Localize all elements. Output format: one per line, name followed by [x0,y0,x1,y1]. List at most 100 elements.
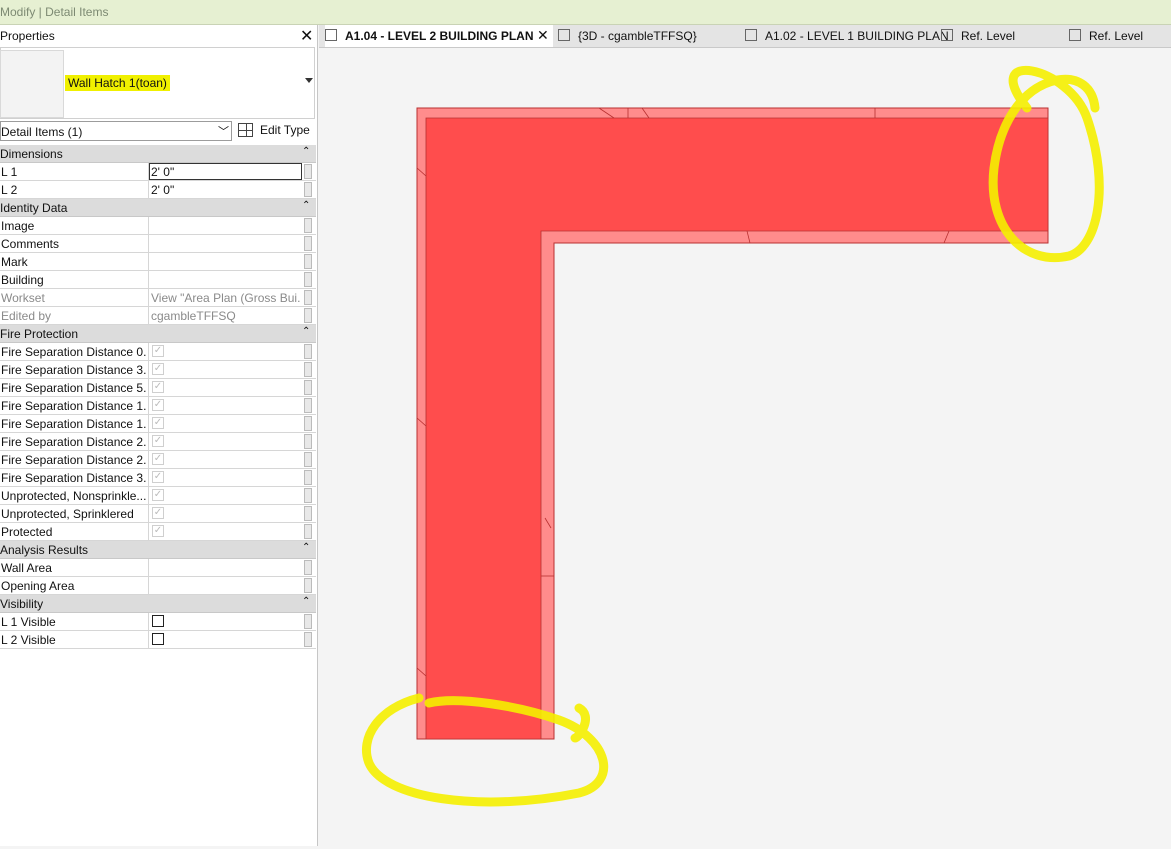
property-row[interactable]: Fire Separation Distance 3... ✓ [0,469,316,487]
checkbox-disabled: ✓ [152,507,164,519]
row-scrollbar[interactable] [304,182,312,197]
row-scrollbar[interactable] [304,452,312,467]
tab-label: Ref. Level [961,29,1016,43]
tab-label: Ref. Level [1089,29,1144,43]
property-row[interactable]: L 2 2' 0" [0,181,316,199]
property-row[interactable]: Fire Separation Distance 2... ✓ [0,433,316,451]
property-row[interactable]: Fire Separation Distance 1... ✓ [0,397,316,415]
view-tab[interactable]: A1.02 - LEVEL 1 BUILDING PLAN [745,25,949,47]
column-divider [148,253,149,270]
view-tab[interactable]: A1.04 - LEVEL 2 BUILDING PLAN ✕ [325,25,553,47]
column-divider [148,217,149,234]
property-group-header[interactable]: Analysis Results ⌃ [0,541,316,559]
property-group-header[interactable]: Visibility ⌃ [0,595,316,613]
property-value[interactable]: 2' 0" [151,183,301,197]
row-scrollbar[interactable] [304,362,312,377]
type-selector[interactable]: Wall Hatch 1(toan) [0,47,315,119]
context-label: Modify | Detail Items [0,5,109,19]
property-row[interactable]: L 1 2' 0" [0,163,316,181]
row-scrollbar[interactable] [304,308,312,323]
close-icon[interactable]: ✕ [300,26,313,46]
checkbox-disabled: ✓ [152,345,164,357]
row-scrollbar[interactable] [304,398,312,413]
row-scrollbar[interactable] [304,560,312,575]
property-row[interactable]: Fire Separation Distance 0... ✓ [0,343,316,361]
row-scrollbar[interactable] [304,218,312,233]
row-scrollbar[interactable] [304,524,312,539]
property-row[interactable]: L 1 Visible [0,613,316,631]
property-row[interactable]: Comments [0,235,316,253]
column-divider [148,361,149,378]
property-row[interactable]: Image [0,217,316,235]
property-row[interactable]: Workset View "Area Plan (Gross Bui... [0,289,316,307]
collapse-icon[interactable]: ⌃ [302,326,310,337]
properties-grid: Dimensions ⌃ L 1 2' 0" L 2 2' 0" Identity Data… [0,145,316,649]
property-row[interactable]: Mark [0,253,316,271]
row-scrollbar[interactable] [304,416,312,431]
row-scrollbar[interactable] [304,506,312,521]
column-divider [148,523,149,540]
column-divider [148,379,149,396]
row-scrollbar[interactable] [304,272,312,287]
property-row[interactable]: Fire Separation Distance 5... ✓ [0,379,316,397]
checkbox[interactable] [152,615,164,627]
property-row[interactable]: Protected ✓ [0,523,316,541]
tab-label: A1.04 - LEVEL 2 BUILDING PLAN [345,29,534,43]
property-row[interactable]: Fire Separation Distance 2... ✓ [0,451,316,469]
drawing-canvas[interactable] [319,48,1171,846]
property-value[interactable]: 2' 0" [151,165,301,179]
row-scrollbar[interactable] [304,164,312,179]
property-row[interactable]: Wall Area [0,559,316,577]
wall-hatch-region[interactable] [416,107,1049,740]
view-tab[interactable]: Ref. Level [941,25,1061,47]
property-group-header[interactable]: Fire Protection ⌃ [0,325,316,343]
property-name: L 2 Visible [1,633,56,647]
property-row[interactable]: Fire Separation Distance 1... ✓ [0,415,316,433]
column-divider [148,487,149,504]
view-tab[interactable]: Ref. Level [1069,25,1171,47]
row-scrollbar[interactable] [304,614,312,629]
checkbox-disabled: ✓ [152,381,164,393]
property-name: L 2 [1,183,18,197]
row-scrollbar[interactable] [304,488,312,503]
property-name: Fire Separation Distance 5... [1,381,147,395]
property-row[interactable]: L 2 Visible [0,631,316,649]
collapse-icon[interactable]: ⌃ [302,596,310,607]
row-scrollbar[interactable] [304,380,312,395]
property-group-header[interactable]: Identity Data ⌃ [0,199,316,217]
column-divider [148,235,149,252]
property-row[interactable]: Edited by cgambleTFFSQ [0,307,316,325]
instance-filter-dropdown[interactable]: Detail Items (1) ﹀ [0,121,232,141]
property-name: Comments [1,237,60,251]
close-tab-icon[interactable]: ✕ [537,27,549,44]
checkbox[interactable] [152,633,164,645]
collapse-icon[interactable]: ⌃ [302,542,310,553]
row-scrollbar[interactable] [304,344,312,359]
column-divider [148,577,149,594]
property-row[interactable]: Opening Area [0,577,316,595]
property-row[interactable]: Unprotected, Sprinklered ✓ [0,505,316,523]
row-scrollbar[interactable] [304,578,312,593]
checkbox-disabled: ✓ [152,453,164,465]
view-tab[interactable]: {3D - cgambleTFFSQ} [558,25,697,47]
checkbox-disabled: ✓ [152,399,164,411]
collapse-icon[interactable]: ⌃ [302,200,310,211]
row-scrollbar[interactable] [304,632,312,647]
property-row[interactable]: Fire Separation Distance 3... ✓ [0,361,316,379]
tab-label: {3D - cgambleTFFSQ} [578,29,697,43]
row-scrollbar[interactable] [304,434,312,449]
dropdown-arrow-icon[interactable] [305,78,313,83]
property-group-header[interactable]: Dimensions ⌃ [0,145,316,163]
collapse-icon[interactable]: ⌃ [302,146,310,157]
edit-type-button[interactable]: Edit Type [238,120,314,142]
row-scrollbar[interactable] [304,290,312,305]
property-name: Fire Separation Distance 1... [1,399,147,413]
column-divider [148,343,149,360]
property-row[interactable]: Unprotected, Nonsprinkle... ✓ [0,487,316,505]
properties-title: Properties [0,29,55,43]
property-row[interactable]: Building [0,271,316,289]
row-scrollbar[interactable] [304,254,312,269]
property-name: Opening Area [1,579,75,593]
row-scrollbar[interactable] [304,236,312,251]
row-scrollbar[interactable] [304,470,312,485]
